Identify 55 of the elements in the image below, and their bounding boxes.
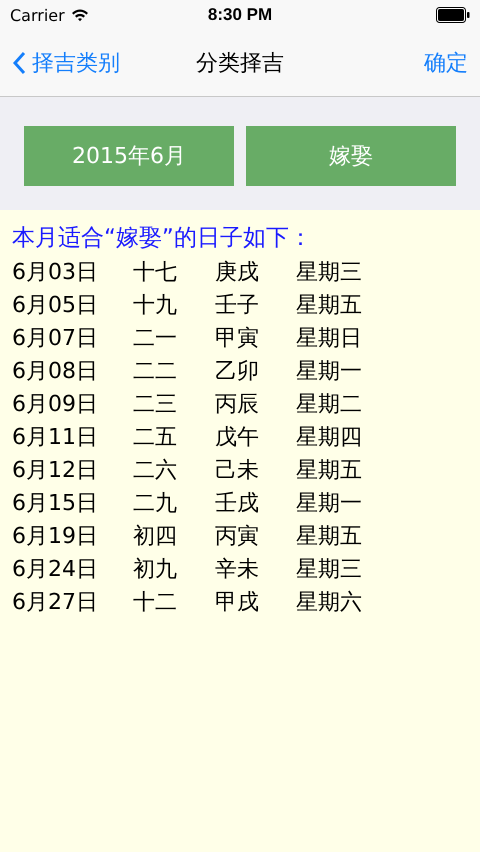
weekday-text: 星期六	[296, 588, 363, 616]
ganzhi-text: 丙寅	[215, 522, 260, 550]
lunar-day-text: 二六	[133, 456, 178, 484]
lunar-day-text: 初九	[133, 556, 178, 584]
date-text: 6月12日	[12, 456, 99, 484]
weekday-text: 星期一	[296, 358, 363, 386]
lunar-day-text: 二五	[133, 424, 178, 452]
ganzhi-text: 庚戌	[215, 258, 260, 286]
weekday-text: 星期五	[296, 456, 363, 484]
battery-icon	[436, 7, 470, 23]
ganzhi-text: 甲寅	[215, 324, 260, 352]
weekday-text: 星期三	[296, 556, 363, 584]
chevron-left-icon	[12, 51, 26, 75]
status-time: 8:30 PM	[208, 5, 272, 25]
wifi-icon	[70, 8, 89, 22]
ganzhi-text: 壬子	[215, 292, 260, 320]
lunar-day-text: 二一	[133, 324, 178, 352]
weekday-text: 星期五	[296, 292, 363, 320]
ganzhi-text: 壬戌	[215, 490, 260, 518]
ganzhi-text: 辛未	[215, 556, 260, 584]
ganzhi-text: 乙卯	[215, 358, 260, 386]
date-text: 6月19日	[12, 522, 99, 550]
lunar-day-text: 二二	[133, 358, 178, 386]
nav-title: 分类择吉	[196, 50, 284, 78]
lunar-day-text: 十七	[133, 258, 178, 286]
result-heading: 本月适合“嫁娶”的日子如下：	[12, 224, 313, 253]
lunar-day-text: 十二	[133, 588, 178, 616]
ganzhi-text: 甲戌	[215, 588, 260, 616]
date-text: 6月15日	[12, 490, 99, 518]
weekday-text: 星期四	[296, 424, 363, 452]
ganzhi-text: 己未	[215, 456, 260, 484]
lunar-day-text: 二九	[133, 490, 178, 518]
picker-button[interactable]: 2015年6月	[24, 126, 234, 186]
ganzhi-text: 丙辰	[215, 390, 260, 418]
picker-button[interactable]: 嫁娶	[246, 126, 456, 186]
weekday-text: 星期五	[296, 522, 363, 550]
weekday-text: 星期一	[296, 490, 363, 518]
weekday-text: 星期二	[296, 390, 363, 418]
date-text: 6月09日	[12, 390, 99, 418]
carrier-name: Carrier	[10, 6, 65, 24]
date-text: 6月27日	[12, 588, 99, 616]
date-text: 6月11日	[12, 424, 99, 452]
date-text: 6月07日	[12, 324, 99, 352]
confirm-button[interactable]: 确定	[424, 48, 468, 78]
date-text: 6月08日	[12, 358, 99, 386]
weekday-text: 星期三	[296, 258, 363, 286]
lunar-day-text: 二三	[133, 390, 178, 418]
date-text: 6月03日	[12, 258, 99, 286]
date-text: 6月05日	[12, 292, 99, 320]
weekday-text: 星期日	[296, 324, 363, 352]
ganzhi-text: 戊午	[215, 424, 260, 452]
lunar-day-text: 十九	[133, 292, 178, 320]
back-button[interactable]: 择吉类别	[12, 48, 120, 78]
date-text: 6月24日	[12, 556, 99, 584]
lunar-day-text: 初四	[133, 522, 178, 550]
